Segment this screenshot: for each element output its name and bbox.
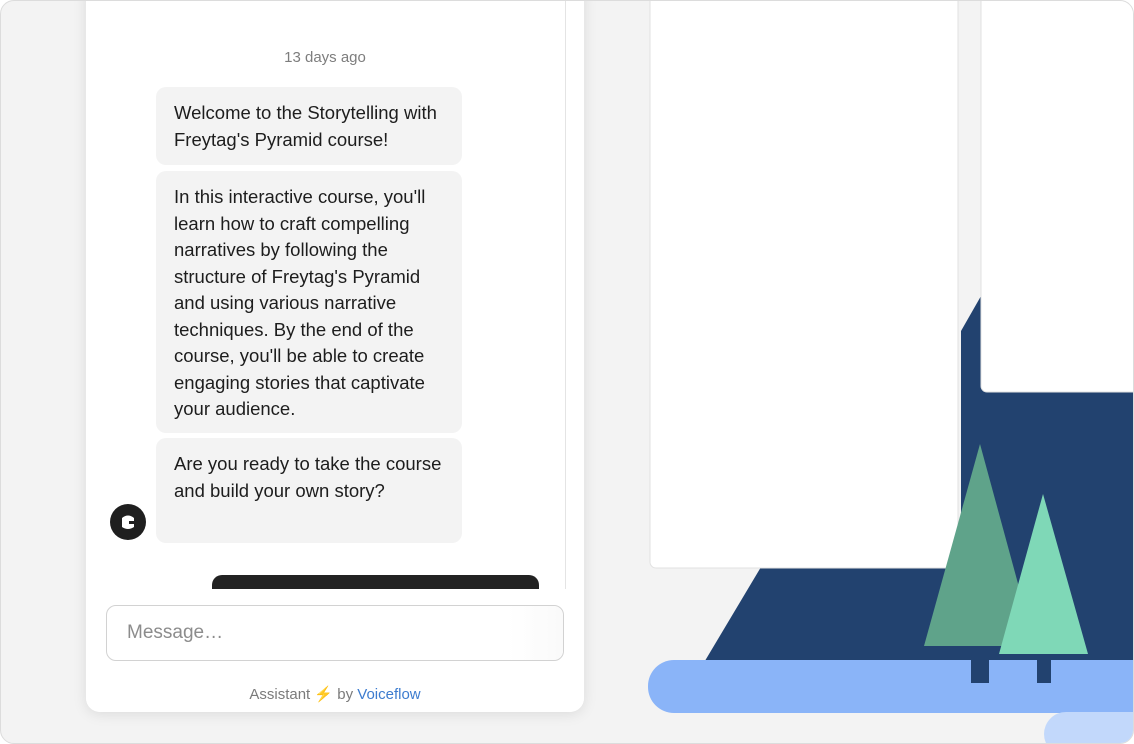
footer-by-label: by bbox=[337, 686, 354, 703]
assistant-avatar-icon bbox=[110, 504, 146, 540]
chat-bot-icon bbox=[122, 515, 134, 529]
send-button[interactable] bbox=[507, 606, 563, 660]
assistant-message: Are you ready to take the course and bui… bbox=[156, 438, 462, 543]
powered-by-footer: Assistant ⚡ by Voiceflow bbox=[86, 685, 584, 703]
message-list[interactable]: 13 days ago Welcome to the Storytelling … bbox=[86, 1, 566, 589]
footer-assistant-label: Assistant bbox=[249, 686, 311, 703]
app-frame: 13 days ago Welcome to the Storytelling … bbox=[0, 0, 1134, 744]
scrollbar[interactable] bbox=[565, 1, 566, 589]
assistant-message: In this interactive course, you'll learn… bbox=[156, 171, 462, 433]
white-panel-right bbox=[980, 1, 1133, 393]
message-composer: Assistant ⚡ by Voiceflow bbox=[86, 589, 584, 712]
voiceflow-link[interactable]: Voiceflow bbox=[357, 686, 420, 703]
white-panel-left bbox=[649, 1, 959, 569]
message-input[interactable] bbox=[106, 605, 564, 661]
message-timestamp: 13 days ago bbox=[284, 49, 366, 66]
ground-strip-light bbox=[1044, 712, 1133, 743]
chat-widget: 13 days ago Welcome to the Storytelling … bbox=[86, 1, 584, 712]
tree-trunk-dark bbox=[971, 641, 989, 683]
bolt-icon: ⚡ bbox=[314, 686, 334, 703]
assistant-message: Welcome to the Storytelling with Freytag… bbox=[156, 87, 462, 165]
choice-button[interactable] bbox=[212, 575, 539, 589]
ground-strip bbox=[648, 660, 1133, 713]
